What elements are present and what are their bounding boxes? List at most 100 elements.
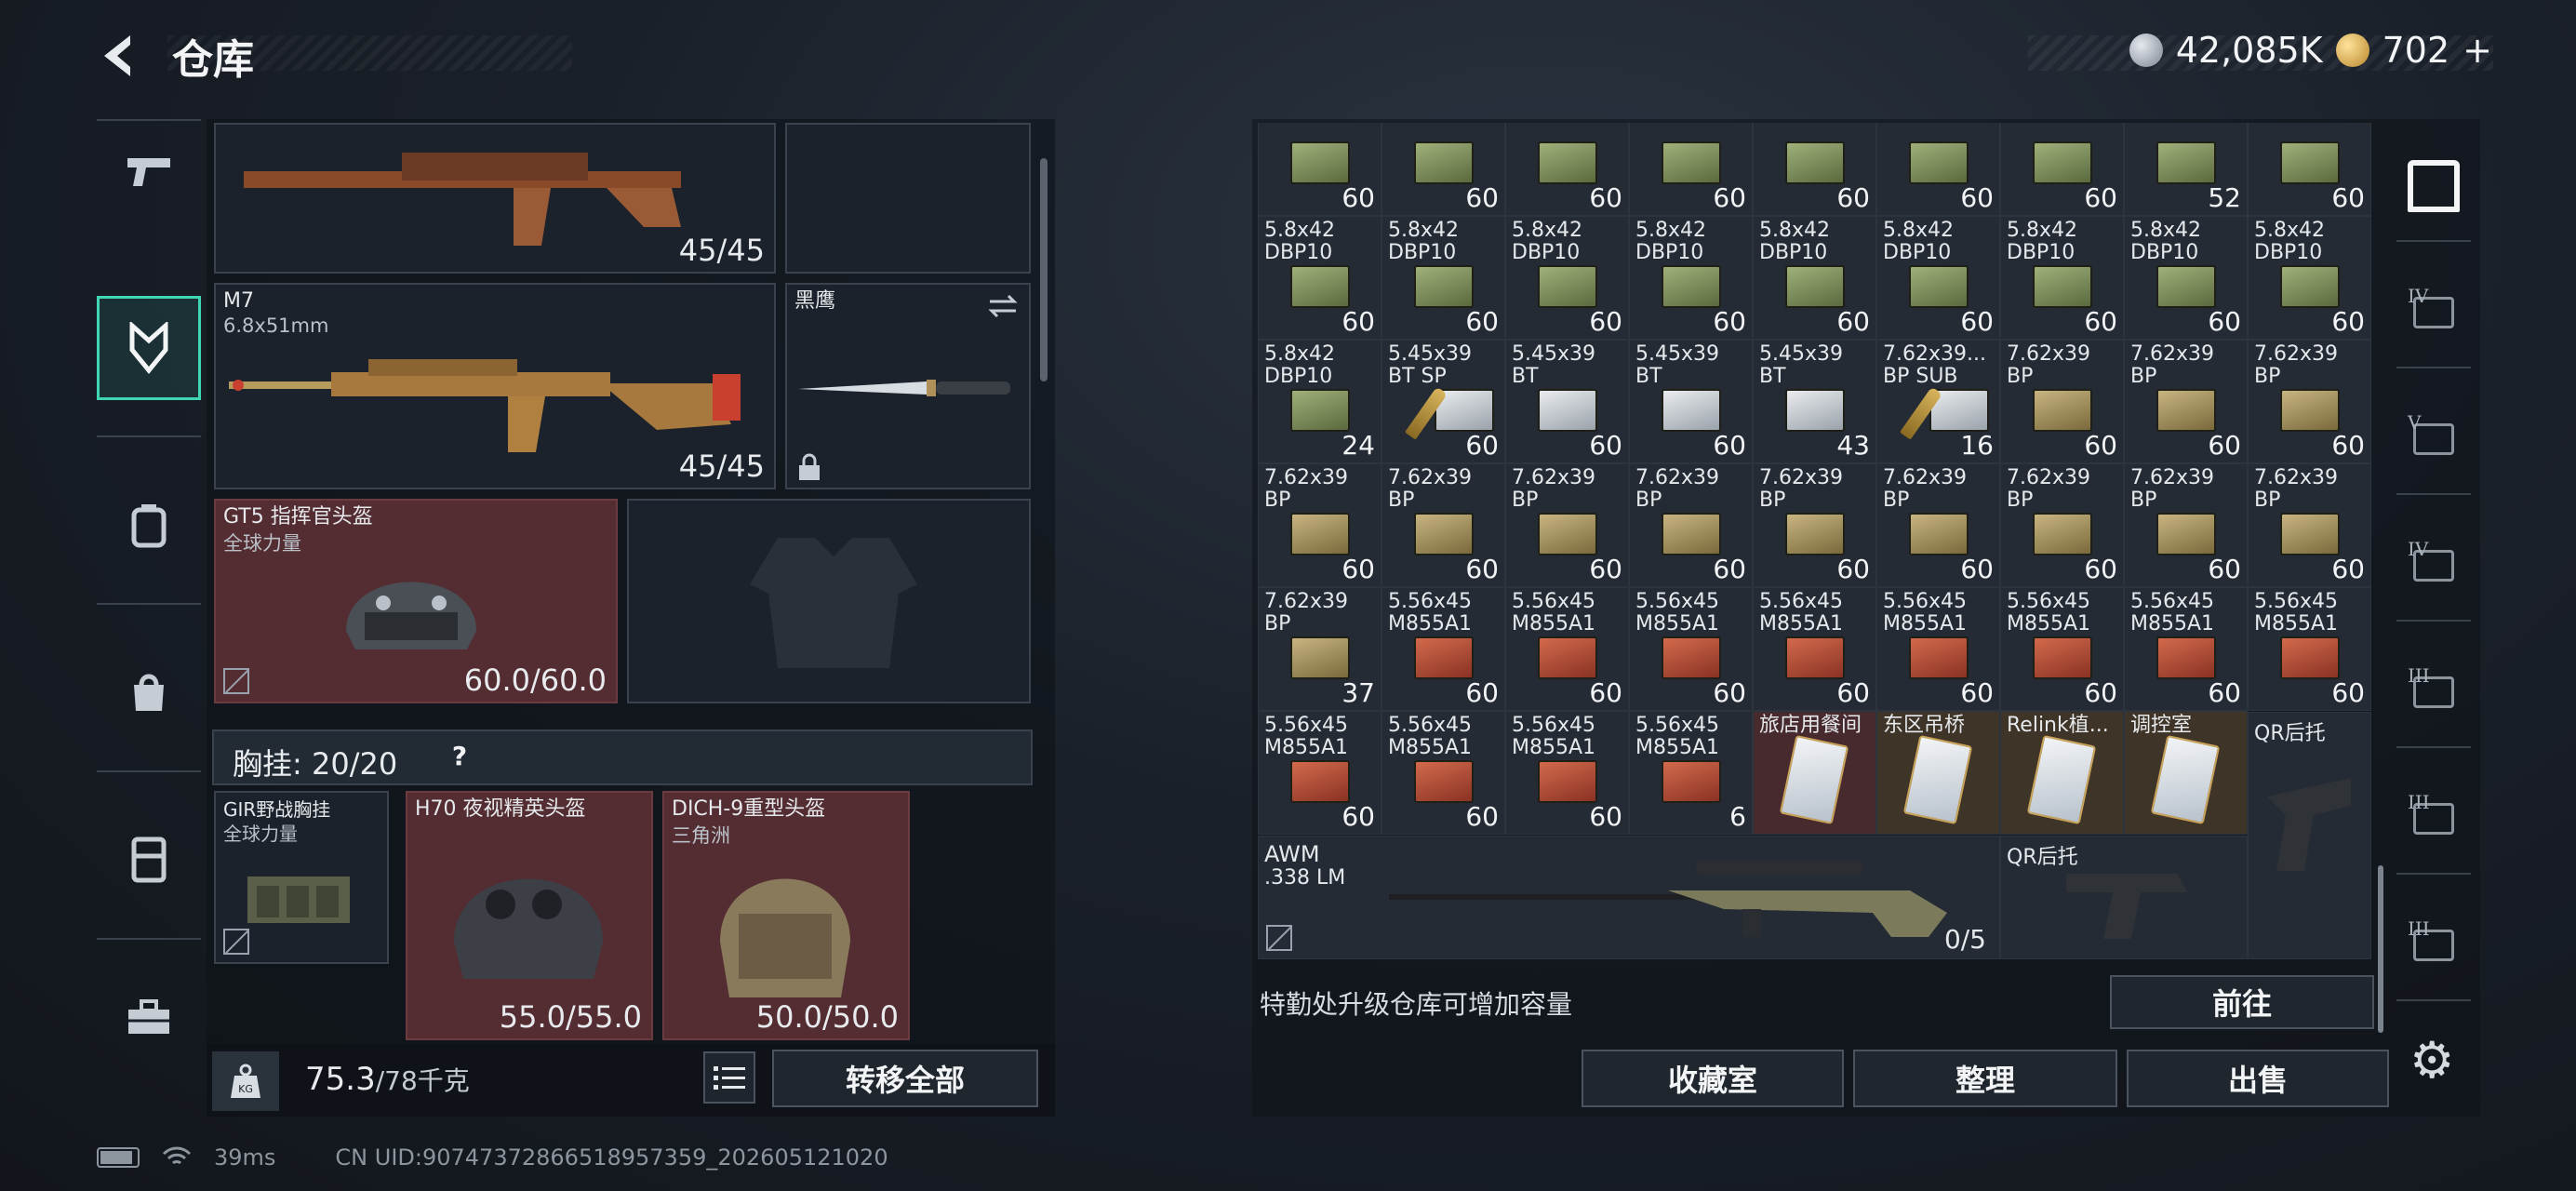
sidebar-item-armor[interactable] (97, 296, 201, 400)
storage-item[interactable]: 5.45x39 BT 60 (1629, 340, 1753, 463)
sidebar-item-weapons[interactable] (97, 119, 201, 223)
ammo-box-icon (1785, 141, 1845, 184)
storage-item[interactable]: 5.56x45 M855A1 60 (2124, 587, 2248, 711)
storage-tab-3[interactable]: IV (2387, 510, 2480, 622)
storage-item[interactable]: 5.56x45 M855A1 60 (1258, 711, 1381, 835)
dich-helmet-slot[interactable]: DICH-9重型头盔 三角洲 50.0/50.0 (662, 791, 910, 1040)
storage-item[interactable]: 60 (1505, 123, 1629, 216)
storage-item[interactable]: 5.45x39 BT SP 60 (1381, 340, 1505, 463)
storage-item[interactable]: 5.8x42 DBP10 60 (1753, 216, 1876, 340)
storage-item[interactable]: Relink植... (2000, 711, 2124, 835)
storage-item[interactable]: 60 (1258, 123, 1381, 216)
storage-item[interactable]: 5.8x42 DBP10 60 (1876, 216, 2000, 340)
storage-item[interactable]: 5.8x42 DBP10 60 (2124, 216, 2248, 340)
storage-item[interactable]: 7.62x39 BP 60 (1505, 463, 1629, 587)
storage-item[interactable]: 60 (1381, 123, 1505, 216)
storage-item[interactable]: 60 (1876, 123, 2000, 216)
transfer-all-button[interactable]: 转移全部 (772, 1050, 1038, 1107)
back-arrow-icon[interactable] (93, 28, 149, 84)
storage-item[interactable]: 5.56x45 M855A1 60 (1381, 711, 1505, 835)
storage-item[interactable]: 7.62x39... BP SUB 16 (1876, 340, 2000, 463)
melee-slot[interactable]: 黑鹰 (785, 283, 1031, 489)
add-currency-button[interactable]: + (2463, 30, 2492, 71)
storage-item[interactable]: 5.56x45 M855A1 60 (1753, 587, 1876, 711)
storage-item[interactable]: 5.56x45 M855A1 60 (2248, 587, 2371, 711)
storage-item[interactable]: 7.62x39 BP 60 (1753, 463, 1876, 587)
storage-tab-6[interactable]: III (2387, 890, 2480, 1001)
settings-gear-icon[interactable]: ⚙ (2409, 1031, 2454, 1090)
helmet-slot[interactable]: GT5 指挥官头盔 全球力量 60.0/60.0 (214, 499, 618, 703)
storage-item[interactable]: 5.56x45 M855A1 60 (1381, 587, 1505, 711)
storage-item[interactable]: 5.8x42 DBP10 60 (2000, 216, 2124, 340)
storage-filter-tabs: IV V IV III III III (2387, 130, 2480, 1042)
awm-ammo: 0/5 (1943, 924, 1986, 955)
storage-item[interactable]: 60 (1629, 123, 1753, 216)
sidebar-item-bag[interactable] (97, 640, 201, 744)
secondary-weapon-slot-empty[interactable] (785, 123, 1031, 274)
qr-stock-item-bottom[interactable]: QR后托 (2000, 836, 2248, 959)
storage-item[interactable]: 5.56x45 M855A1 6 (1629, 711, 1753, 835)
storage-item[interactable]: 60 (2248, 123, 2371, 216)
m7-weapon-slot[interactable]: M7 6.8x51mm 45/45 (214, 283, 776, 489)
swap-icon[interactable] (986, 292, 1020, 320)
storage-item[interactable]: 东区吊桥 (1876, 711, 2000, 835)
sidebar-item-backpack[interactable] (97, 473, 201, 577)
sidebar-item-vest[interactable] (97, 808, 201, 912)
awm-item[interactable]: AWM .338 LM 0/5 (1258, 836, 2000, 959)
sidebar-item-toolbox[interactable] (97, 966, 201, 1070)
storage-tab-5[interactable]: III (2387, 763, 2480, 875)
sell-button[interactable]: 出售 (2127, 1050, 2389, 1107)
storage-item[interactable]: 5.8x42 DBP10 60 (1629, 216, 1753, 340)
storage-item[interactable]: 7.62x39 BP 60 (2000, 463, 2124, 587)
storage-tab-2[interactable]: V (2387, 383, 2480, 495)
storage-item[interactable]: 5.45x39 BT 43 (1753, 340, 1876, 463)
item-count: 60 (2084, 430, 2117, 461)
storage-item[interactable]: 旅店用餐间 (1753, 711, 1876, 835)
primary-weapon-slot[interactable]: 45/45 (214, 123, 776, 274)
loadout-scrollbar[interactable] (1040, 158, 1048, 381)
storage-item[interactable]: 7.62x39 BP 60 (1381, 463, 1505, 587)
storage-item[interactable]: 7.62x39 BP 60 (1876, 463, 2000, 587)
storage-item[interactable]: 60 (1753, 123, 1876, 216)
storage-item[interactable]: 7.62x39 BP 60 (1629, 463, 1753, 587)
chest-help-icon[interactable]: ? (445, 741, 474, 774)
storage-item[interactable]: 7.62x39 BP 60 (2000, 340, 2124, 463)
storage-item[interactable]: 5.56x45 M855A1 60 (1629, 587, 1753, 711)
storage-item[interactable]: 5.56x45 M855A1 60 (2000, 587, 2124, 711)
storage-item[interactable]: 7.62x39 BP 60 (2248, 340, 2371, 463)
organize-button[interactable]: 整理 (1853, 1050, 2117, 1107)
storage-item[interactable]: 7.62x39 BP 60 (2248, 463, 2371, 587)
storage-item[interactable]: 7.62x39 BP 60 (1258, 463, 1381, 587)
storage-item[interactable]: 60 (2000, 123, 2124, 216)
storage-item[interactable]: 5.56x45 M855A1 60 (1505, 587, 1629, 711)
storage-tab-1[interactable]: IV (2387, 257, 2480, 368)
storage-scrollbar[interactable] (2378, 865, 2383, 1033)
storage-item[interactable]: 5.8x42 DBP10 60 (1258, 216, 1381, 340)
storage-item[interactable]: 5.8x42 DBP10 60 (1505, 216, 1629, 340)
rig-slot[interactable]: GIR野战胸挂 全球力量 (214, 791, 389, 964)
storage-item[interactable]: 7.62x39 BP 60 (2124, 463, 2248, 587)
toolbox-icon (128, 999, 169, 1034)
storage-item[interactable]: 5.8x42 DBP10 60 (1381, 216, 1505, 340)
qr-stock-item-top[interactable]: QR后托 (2248, 712, 2371, 959)
item-count: 16 (1960, 430, 1994, 461)
storage-item[interactable]: 7.62x39 BP 60 (2124, 340, 2248, 463)
h70-helmet-slot[interactable]: H70 夜视精英头盔 55.0/55.0 (406, 791, 653, 1040)
storage-item[interactable]: 5.56x45 M855A1 60 (1505, 711, 1629, 835)
storage-item[interactable]: 5.45x39 BT 60 (1505, 340, 1629, 463)
storage-item[interactable]: 5.8x42 DBP10 24 (1258, 340, 1381, 463)
storage-item[interactable]: 5.8x42 DBP10 60 (2248, 216, 2371, 340)
storage-item[interactable]: 52 (2124, 123, 2248, 216)
collection-button[interactable]: 收藏室 (1582, 1050, 1844, 1107)
storage-tab-0[interactable] (2387, 130, 2480, 242)
armor-slot-empty[interactable] (627, 499, 1031, 703)
item-label: 东区吊桥 (1883, 714, 1966, 737)
storage-item[interactable]: 5.56x45 M855A1 60 (1876, 587, 2000, 711)
qr-stock-image (2267, 778, 2351, 871)
list-view-button[interactable] (703, 1051, 755, 1104)
ammo-box-icon (2280, 389, 2340, 432)
storage-item[interactable]: 调控室 (2124, 711, 2248, 835)
storage-item[interactable]: 7.62x39 BP 37 (1258, 587, 1381, 711)
goto-button[interactable]: 前往 (2110, 975, 2374, 1029)
storage-tab-4[interactable]: III (2387, 636, 2480, 748)
